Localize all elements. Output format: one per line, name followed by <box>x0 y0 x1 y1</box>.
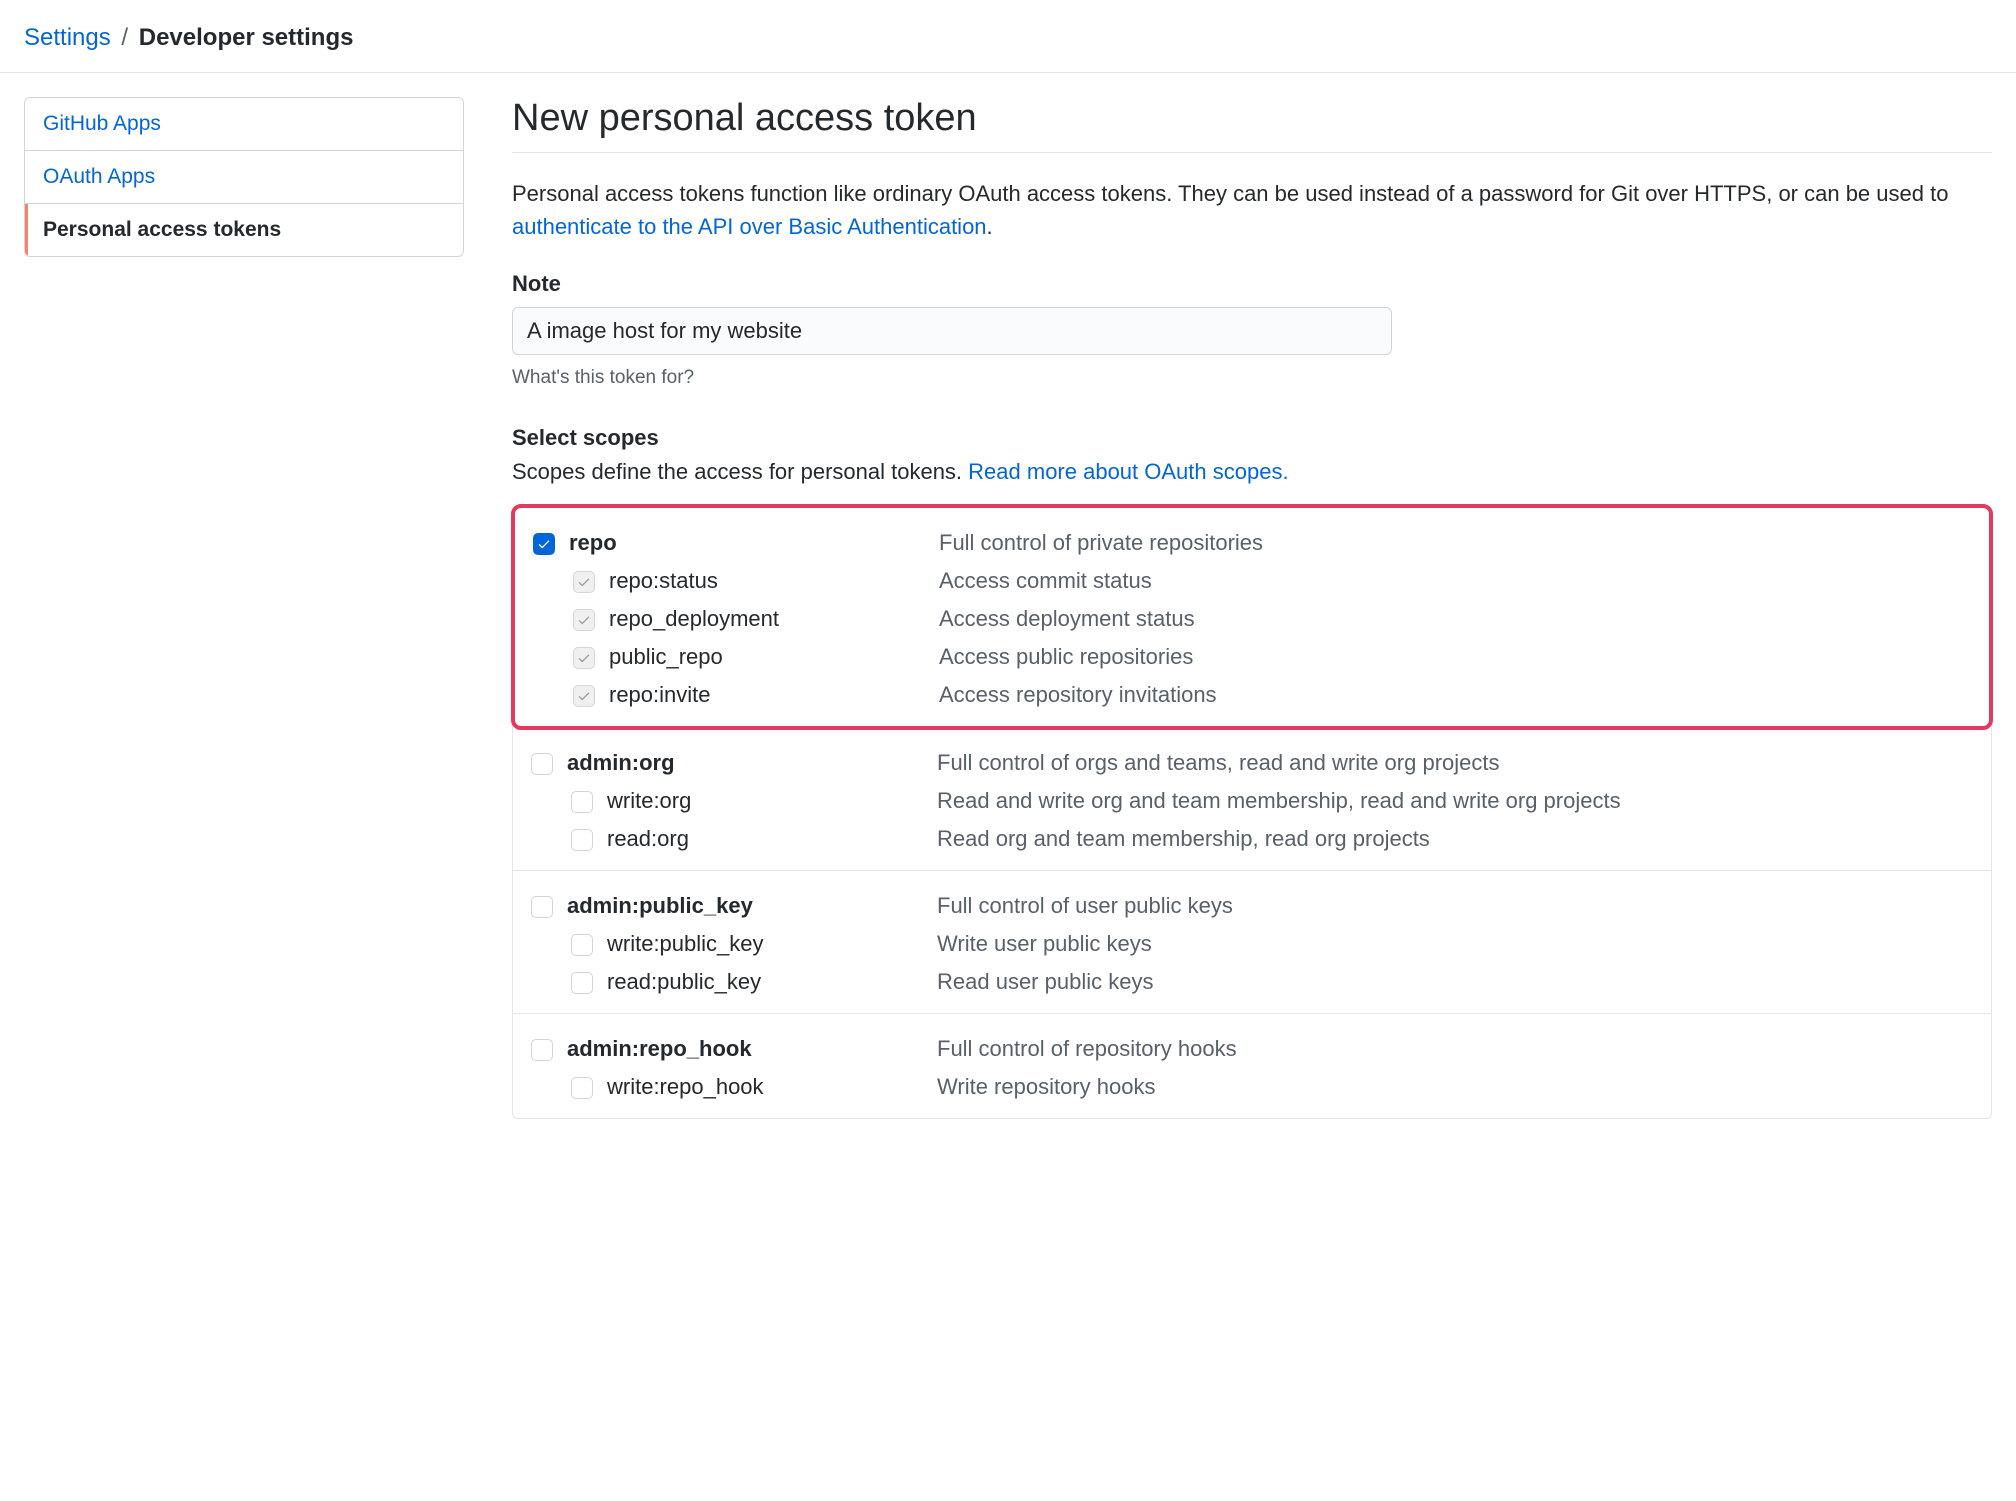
scope-name: repo:invite <box>609 682 939 708</box>
note-label: Note <box>512 271 1992 297</box>
scope-row: public_repoAccess public repositories <box>533 638 1971 676</box>
sidebar-item-oauth-apps[interactable]: OAuth Apps <box>25 151 463 204</box>
scope-group: admin:orgFull control of orgs and teams,… <box>513 728 1991 871</box>
scope-checkbox[interactable] <box>571 829 593 851</box>
side-menu: GitHub AppsOAuth AppsPersonal access tok… <box>24 97 464 257</box>
scope-description: Full control of orgs and teams, read and… <box>937 750 1973 776</box>
sidebar-item-github-apps[interactable]: GitHub Apps <box>25 98 463 151</box>
main-content: New personal access token Personal acces… <box>512 97 1992 1119</box>
scope-name: write:org <box>607 788 937 814</box>
scope-description: Access deployment status <box>939 606 1971 632</box>
scope-row: read:public_keyRead user public keys <box>531 963 1973 1001</box>
scope-description: Read org and team membership, read org p… <box>937 826 1973 852</box>
scope-description: Read user public keys <box>937 969 1973 995</box>
scope-checkbox[interactable] <box>533 533 555 555</box>
scope-description: Access commit status <box>939 568 1971 594</box>
scope-group: repoFull control of private repositories… <box>511 504 1993 730</box>
scope-name: repo_deployment <box>609 606 939 632</box>
scope-row: repo:statusAccess commit status <box>533 562 1971 600</box>
scope-checkbox[interactable] <box>531 1039 553 1061</box>
scope-name: admin:org <box>567 750 937 776</box>
scope-checkbox[interactable] <box>531 896 553 918</box>
scope-group: admin:repo_hookFull control of repositor… <box>513 1014 1991 1118</box>
scope-description: Access repository invitations <box>939 682 1971 708</box>
scope-name: write:public_key <box>607 931 937 957</box>
scope-name: admin:public_key <box>567 893 937 919</box>
scope-name: write:repo_hook <box>607 1074 937 1100</box>
breadcrumb-separator: / <box>121 24 128 51</box>
breadcrumb-parent-link[interactable]: Settings <box>24 24 111 51</box>
scope-name: repo:status <box>609 568 939 594</box>
scope-description: Full control of private repositories <box>939 530 1971 556</box>
intro-text: Personal access tokens function like ord… <box>512 177 1992 243</box>
scope-row: write:orgRead and write org and team mem… <box>531 782 1973 820</box>
scope-row: repoFull control of private repositories <box>533 524 1971 562</box>
scope-name: admin:repo_hook <box>567 1036 937 1062</box>
note-input[interactable] <box>512 307 1392 355</box>
scope-checkbox[interactable] <box>571 934 593 956</box>
sidebar: GitHub AppsOAuth AppsPersonal access tok… <box>24 97 464 1119</box>
note-hint: What's this token for? <box>512 367 1992 389</box>
scope-row: repo:inviteAccess repository invitations <box>533 676 1971 714</box>
scope-description: Write user public keys <box>937 931 1973 957</box>
scope-row: write:public_keyWrite user public keys <box>531 925 1973 963</box>
scope-description: Access public repositories <box>939 644 1971 670</box>
scope-description: Full control of user public keys <box>937 893 1973 919</box>
sidebar-item-personal-access-tokens[interactable]: Personal access tokens <box>25 204 463 256</box>
scope-row: read:orgRead org and team membership, re… <box>531 820 1973 858</box>
scope-checkbox <box>573 647 595 669</box>
scope-name: public_repo <box>609 644 939 670</box>
scope-checkbox[interactable] <box>531 753 553 775</box>
scopes-heading: Select scopes <box>512 425 1992 451</box>
scopes-intro: Scopes define the access for personal to… <box>512 459 1992 485</box>
scopes-doc-link[interactable]: Read more about OAuth scopes. <box>968 459 1288 484</box>
scope-row: admin:public_keyFull control of user pub… <box>531 887 1973 925</box>
page-title: New personal access token <box>512 97 1992 153</box>
breadcrumb: Settings / Developer settings <box>0 0 2016 73</box>
scope-checkbox[interactable] <box>571 972 593 994</box>
scope-name: read:public_key <box>607 969 937 995</box>
scope-row: admin:repo_hookFull control of repositor… <box>531 1030 1973 1068</box>
scope-checkbox <box>573 685 595 707</box>
scope-checkbox <box>573 609 595 631</box>
scope-description: Full control of repository hooks <box>937 1036 1973 1062</box>
scope-row: repo_deploymentAccess deployment status <box>533 600 1971 638</box>
scope-row: write:repo_hookWrite repository hooks <box>531 1068 1973 1106</box>
scope-description: Read and write org and team membership, … <box>937 788 1973 814</box>
scope-group: admin:public_keyFull control of user pub… <box>513 871 1991 1014</box>
breadcrumb-current: Developer settings <box>139 24 354 51</box>
scope-checkbox[interactable] <box>571 791 593 813</box>
scope-checkbox <box>573 571 595 593</box>
scope-description: Write repository hooks <box>937 1074 1973 1100</box>
scope-name: repo <box>569 530 939 556</box>
scope-row: admin:orgFull control of orgs and teams,… <box>531 744 1973 782</box>
scope-name: read:org <box>607 826 937 852</box>
scope-checkbox[interactable] <box>571 1077 593 1099</box>
intro-auth-link[interactable]: authenticate to the API over Basic Authe… <box>512 214 987 239</box>
scopes-list: repoFull control of private repositories… <box>512 505 1992 1119</box>
